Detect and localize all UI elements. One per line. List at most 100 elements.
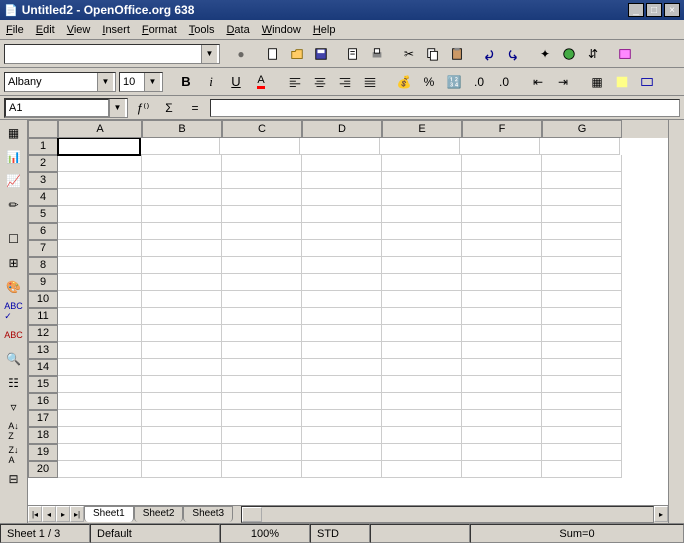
maximize-button[interactable]: □ [646,3,662,17]
cell[interactable] [142,461,222,478]
cell[interactable] [58,274,142,291]
cell[interactable] [542,223,622,240]
edit-icon[interactable] [342,43,364,65]
cell[interactable] [142,257,222,274]
cell[interactable] [58,155,142,172]
sort-asc-icon[interactable]: A↓Z [3,420,25,442]
cell[interactable] [542,291,622,308]
cell[interactable] [302,257,382,274]
row-header[interactable]: 7 [28,240,58,257]
cell[interactable] [382,325,462,342]
cell[interactable] [58,308,142,325]
cell[interactable] [380,138,460,155]
cell[interactable] [302,172,382,189]
cell[interactable] [382,206,462,223]
merge-button[interactable] [636,71,658,93]
cell[interactable] [462,240,542,257]
cell[interactable] [142,342,222,359]
cell-grid[interactable]: 1234567891011121314151617181920 [28,138,668,505]
cell[interactable] [382,155,462,172]
column-header-C[interactable]: C [222,120,302,138]
function-button[interactable]: = [184,97,206,119]
cell[interactable] [542,461,622,478]
menu-data[interactable]: Data [226,24,249,36]
row-header[interactable]: 3 [28,172,58,189]
align-left-button[interactable] [284,71,306,93]
cell[interactable] [58,444,142,461]
cell[interactable] [302,393,382,410]
cell[interactable] [222,325,302,342]
font-size-combo[interactable]: ▼ [119,72,163,92]
cell[interactable] [58,172,142,189]
cell[interactable] [142,308,222,325]
cell[interactable] [462,444,542,461]
hyperlink-icon[interactable] [558,43,580,65]
group-icon[interactable]: ⊟ [3,468,25,490]
cell[interactable] [542,240,622,257]
copy-icon[interactable] [422,43,444,65]
row-header[interactable]: 19 [28,444,58,461]
cell[interactable] [58,223,142,240]
chart-icon[interactable]: 📈 [3,170,25,192]
cell[interactable] [222,376,302,393]
cell[interactable] [462,189,542,206]
underline-button[interactable]: U [225,71,247,93]
cell[interactable] [302,461,382,478]
sheet-tab-sheet1[interactable]: Sheet1 [84,506,134,522]
italic-button[interactable]: i [200,71,222,93]
cell[interactable] [382,427,462,444]
cell[interactable] [462,223,542,240]
vertical-scrollbar[interactable] [668,120,684,523]
cell[interactable] [142,325,222,342]
cell[interactable] [58,393,142,410]
tab-last-button[interactable]: ▸| [70,506,84,522]
row-header[interactable]: 2 [28,155,58,172]
font-color-button[interactable]: A [250,71,272,93]
cell[interactable] [382,342,462,359]
cell[interactable] [382,308,462,325]
cell[interactable] [302,291,382,308]
new-icon[interactable] [262,43,284,65]
cell[interactable] [542,274,622,291]
cell[interactable] [58,240,142,257]
cell[interactable] [142,206,222,223]
column-header-E[interactable]: E [382,120,462,138]
url-combo[interactable]: ▼ [4,44,220,64]
sheet-tab-sheet2[interactable]: Sheet2 [134,506,184,522]
cell[interactable] [222,444,302,461]
column-header-F[interactable]: F [462,120,542,138]
align-justify-button[interactable] [359,71,381,93]
paste-icon[interactable] [446,43,468,65]
row-header[interactable]: 10 [28,291,58,308]
menu-insert[interactable]: Insert [102,24,130,36]
cell[interactable] [58,359,142,376]
row-header[interactable]: 13 [28,342,58,359]
font-name-combo[interactable]: ▼ [4,72,116,92]
show-draw-icon[interactable]: ✏ [3,194,25,216]
align-right-button[interactable] [334,71,356,93]
cell[interactable] [58,206,142,223]
cell[interactable] [302,325,382,342]
cell[interactable] [542,444,622,461]
save-icon[interactable] [310,43,332,65]
cell[interactable] [58,410,142,427]
cut-icon[interactable]: ✂ [398,43,420,65]
increase-indent-button[interactable]: ⇥ [552,71,574,93]
cell[interactable] [58,325,142,342]
cell[interactable] [222,342,302,359]
menu-edit[interactable]: Edit [36,24,55,36]
cell[interactable] [222,393,302,410]
cell[interactable] [302,189,382,206]
cell[interactable] [302,342,382,359]
datasource-icon[interactable]: ☷ [3,372,25,394]
cell[interactable] [222,172,302,189]
cell[interactable] [542,308,622,325]
cell[interactable] [58,376,142,393]
cell[interactable] [222,189,302,206]
cell[interactable] [142,427,222,444]
hscroll-right-button[interactable]: ▸ [654,506,668,522]
undo-icon[interactable] [478,43,500,65]
cell[interactable] [462,461,542,478]
cell[interactable] [142,223,222,240]
row-header[interactable]: 6 [28,223,58,240]
